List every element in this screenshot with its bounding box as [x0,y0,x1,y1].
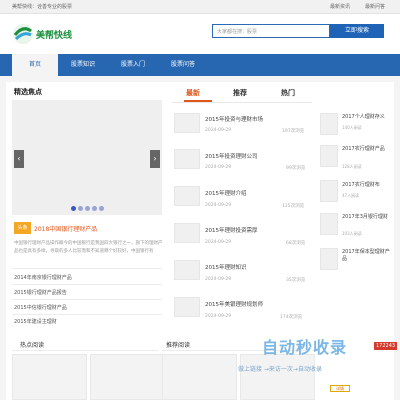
article-title[interactable]: 2015年理财知识 [205,263,247,271]
recommended-card[interactable] [162,354,237,400]
article-views: 125次浏览 [282,204,305,209]
side-thumbnail[interactable] [320,213,338,235]
tab-latest[interactable]: 最新 [186,88,200,98]
article-thumbnail[interactable] [174,297,200,317]
top-link-latest-qa[interactable]: 最新问答 [365,3,385,10]
slider-next-icon[interactable]: › [150,150,160,168]
site-header: 美帮快线 大家都在搜：股票 立即搜索 [0,14,400,54]
article-date: 2024-09-29 [205,128,232,133]
article-thumbnail[interactable] [174,223,200,243]
hot-read-title: 热点阅读 [20,342,45,349]
divider [12,350,158,351]
top-bar-tagline: 美帮快线：诠善专业的股票 [12,4,73,10]
nav-item-stock-qa[interactable]: 股票问答 [160,54,206,76]
hot-card[interactable] [12,354,87,400]
article-title[interactable]: 2015年投资与理财市场 [205,115,263,123]
active-tab-indicator [184,100,212,102]
image-slider[interactable]: ‹ › [12,100,162,215]
featured-title[interactable]: 2018中国银行理财产品 [34,224,97,233]
divider [12,284,162,285]
nav-item-home[interactable]: 首页 [12,54,58,76]
side-item-views: 47人阅读 [342,193,360,198]
article-title[interactable]: 2015年投资理财公司 [205,152,258,160]
side-thumbnail[interactable] [320,248,338,270]
side-thumbnail[interactable] [320,113,338,135]
slider-prev-icon[interactable]: ‹ [14,150,24,168]
tab-hot[interactable]: 热门 [281,88,295,98]
top-bar: 美帮快线：诠善专业的股票 最新资讯 最新问答 [0,0,400,14]
article-thumbnail[interactable] [174,186,200,206]
article-thumbnail[interactable] [174,260,200,280]
slider-dot[interactable] [71,206,76,211]
article-date: 2024-09-29 [205,314,232,319]
focus-link[interactable]: 2014年南京银行理财产品 [14,274,72,281]
article-title[interactable]: 2015年理财介绍 [205,189,247,197]
watermark-subtext: 做上链接 →来访一次→自动收录 [238,366,322,373]
side-item-views: 140人阅读 [342,125,362,130]
focus-section-title: 精选焦点 [14,88,42,96]
nav-item-stock-knowledge[interactable]: 股票知识 [60,54,106,76]
logo-text[interactable]: 美帮快线 [36,28,72,41]
article-views: 35次浏览 [286,278,306,283]
article-views: 174次浏览 [280,315,303,320]
side-item-title[interactable]: 2017农行理财产品 [342,146,390,153]
article-date: 2024-09-29 [205,240,232,245]
top-link-latest-news[interactable]: 最新资讯 [330,3,350,10]
article-date: 2024-09-29 [205,165,232,170]
focus-link[interactable]: 2015银行理财产品报告 [14,289,67,296]
search-button[interactable]: 立即搜索 [330,24,384,38]
side-item-views: 103人阅读 [342,231,362,236]
watermark-text: 自动秒收录 [262,338,348,357]
slider-dot[interactable] [92,206,97,211]
recommended-read-title: 推荐阅读 [166,342,191,349]
side-thumbnail[interactable] [320,180,338,202]
side-item-title[interactable]: 2017年3月银行理财 [342,214,390,221]
article-date: 2024-09-29 [205,203,232,208]
side-thumbnail[interactable] [320,145,338,167]
side-item-views: 128人阅读 [342,164,362,169]
logo-icon[interactable] [12,23,34,45]
slider-dot[interactable] [78,206,83,211]
article-date: 2024-09-29 [205,277,232,282]
watermark-number-badge: 172243 [374,342,398,350]
detail-button[interactable]: 详情 [330,385,350,392]
tabs-divider [172,102,312,103]
tab-recommended[interactable]: 推荐 [233,88,247,98]
hot-card[interactable] [90,354,165,400]
divider [12,299,162,300]
article-thumbnail[interactable] [174,113,200,133]
divider [12,268,162,269]
focus-link[interactable]: 2015中信银行理财产品 [14,304,67,311]
recommended-card[interactable] [240,354,315,400]
slider-dot[interactable] [99,206,104,211]
article-views: 99次浏览 [286,166,306,171]
side-item-title[interactable]: 2017年保本型理财产品 [342,249,390,263]
focus-link[interactable]: 2015年建设主理财 [14,318,57,325]
side-item-title[interactable]: 2017农行理财布 [342,182,390,189]
article-views: 197次浏览 [282,129,305,134]
nav-item-stock-intro[interactable]: 股票入门 [110,54,156,76]
article-views: 68次浏览 [286,241,306,246]
divider [12,314,162,315]
article-title[interactable]: 2015年理财投资需厚 [205,226,258,234]
slider-dot[interactable] [85,206,90,211]
search-input[interactable]: 大家都在搜：股票 [212,24,330,38]
article-thumbnail[interactable] [174,149,200,169]
main-nav: 首页 股票知识 股票入门 股票问答 [0,54,400,76]
featured-description: 中国银行理财产品操作概今的中国银行是我国四大银行之一，旗下的理财产品也是具有多样… [14,241,163,254]
article-title[interactable]: 2015年美银理财规划师 [205,300,263,308]
side-item-title[interactable]: 2017个人理财存义 [342,114,390,121]
headline-badge: 头条 [14,222,31,234]
